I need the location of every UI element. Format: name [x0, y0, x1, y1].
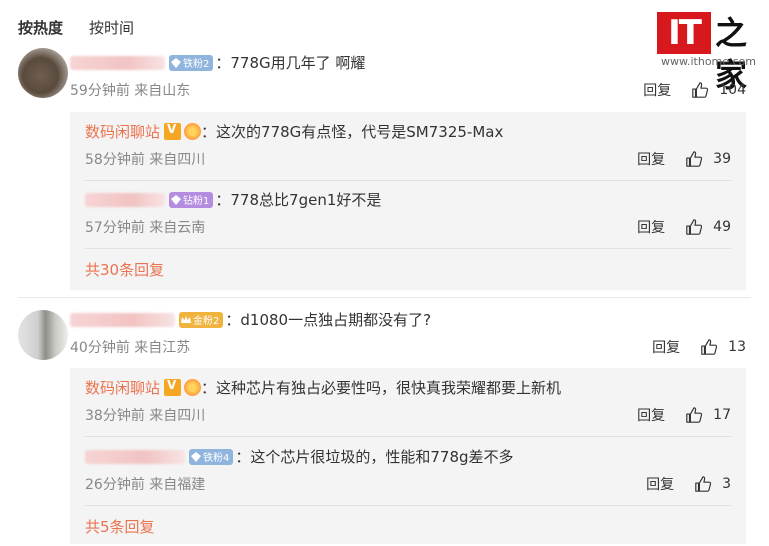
reply-meta: 57分钟前 来自云南: [85, 220, 206, 236]
comment-actions: 回复 13: [652, 337, 746, 357]
reply-text: 这种芯片有独占必要性吗，很快真我荣耀都要上新机: [216, 379, 562, 397]
reply-button[interactable]: 回复: [652, 337, 680, 357]
fan-badge-label: 铁粉4: [203, 453, 230, 464]
reply-meta: 38分钟前 来自四川: [85, 408, 206, 424]
ithome-logo: IT 之家 www.ithome.com: [655, 12, 759, 94]
reply-divider: [85, 505, 731, 506]
thumbs-up-icon[interactable]: [685, 406, 703, 424]
verified-v-icon: [164, 378, 182, 396]
like-count: 13: [728, 339, 746, 355]
username-blurred[interactable]: [70, 55, 165, 70]
fan-badge: 金粉2: [179, 311, 224, 328]
reply-meta: 58分钟前 来自四川: [85, 152, 206, 168]
reply-author[interactable]: 数码闲聊站: [85, 377, 160, 398]
sort-tabs: 按热度 按时间: [18, 17, 134, 38]
avatar[interactable]: [18, 48, 68, 98]
reply-button[interactable]: 回复: [637, 217, 665, 237]
reply-text: 778总比7gen1好不是: [230, 191, 382, 209]
sort-by-time-tab[interactable]: 按时间: [89, 17, 134, 38]
like-count: 3: [722, 476, 731, 492]
reply-divider: [85, 248, 731, 249]
diamond-icon: [171, 194, 181, 205]
reply-button[interactable]: 回复: [646, 474, 674, 494]
thumbs-up-icon[interactable]: [685, 150, 703, 168]
reply-actions: 回复 49: [637, 217, 731, 237]
username-blurred[interactable]: [85, 449, 185, 464]
comment-separator: [18, 297, 751, 298]
reply-text: 这个芯片很垃圾的，性能和778g差不多: [250, 448, 514, 466]
medal-icon: [184, 379, 202, 396]
reply-2: 铁粉4 ： 这个芯片很垃圾的，性能和778g差不多: [85, 446, 514, 467]
logo-it: IT: [657, 12, 711, 54]
more-replies-link[interactable]: 共5条回复: [85, 516, 155, 537]
thumbs-up-icon[interactable]: [694, 475, 712, 493]
comment-meta: 40分钟前 来自江苏: [70, 340, 191, 356]
like-count: 39: [713, 151, 731, 167]
comment-header: 铁粉2 ： 778G用几年了 啊耀: [70, 52, 365, 73]
reply-1: 数码闲聊站 ： 这次的778G有点怪，代号是SM7325-Max: [85, 121, 503, 142]
reply-actions: 回复 17: [637, 405, 731, 425]
reply-divider: [85, 180, 731, 181]
verified-v-icon: [164, 122, 182, 140]
reply-meta: 26分钟前 来自福建: [85, 477, 206, 493]
reply-1: 数码闲聊站 ： 这种芯片有独占必要性吗，很快真我荣耀都要上新机: [85, 377, 561, 398]
sort-by-hot-tab[interactable]: 按热度: [18, 17, 63, 38]
reply-actions: 回复 39: [637, 149, 731, 169]
thumbs-up-icon[interactable]: [685, 218, 703, 236]
fan-badge-label: 钻粉1: [183, 196, 210, 207]
username-blurred[interactable]: [85, 192, 165, 207]
like-count: 104: [719, 82, 746, 98]
comment-meta: 59分钟前 来自山东: [70, 83, 191, 99]
fan-badge: 钻粉1: [169, 191, 214, 208]
reply-2: 钻粉1 ： 778总比7gen1好不是: [85, 189, 381, 210]
fan-badge: 铁粉2: [169, 54, 214, 71]
like-count: 17: [713, 407, 731, 423]
reply-author[interactable]: 数码闲聊站: [85, 121, 160, 142]
reply-divider: [85, 436, 731, 437]
fan-badge-label: 金粉2: [193, 316, 220, 327]
reply-button[interactable]: 回复: [643, 80, 671, 100]
reply-actions: 回复 3: [646, 474, 731, 494]
medal-icon: [184, 123, 202, 140]
like-count: 49: [713, 219, 731, 235]
fan-badge: 铁粉4: [189, 448, 234, 465]
comment-text: 778G用几年了 啊耀: [230, 54, 366, 72]
diamond-icon: [191, 451, 201, 462]
diamond-icon: [171, 57, 181, 68]
reply-button[interactable]: 回复: [637, 405, 665, 425]
more-replies-link[interactable]: 共30条回复: [85, 259, 164, 280]
comment-actions: 回复 104: [643, 80, 746, 100]
thumbs-up-icon[interactable]: [700, 338, 718, 356]
reply-button[interactable]: 回复: [637, 149, 665, 169]
reply-text: 这次的778G有点怪，代号是SM7325-Max: [216, 123, 504, 141]
crown-icon: [181, 315, 191, 323]
fan-badge-label: 铁粉2: [183, 59, 210, 70]
comment-text: d1080一点独占期都没有了?: [240, 311, 432, 329]
logo-url: www.ithome.com: [661, 55, 757, 68]
avatar[interactable]: [18, 310, 68, 360]
comment-header: 金粉2 ： d1080一点独占期都没有了?: [70, 309, 431, 330]
username-blurred[interactable]: [70, 312, 175, 327]
thumbs-up-icon[interactable]: [691, 81, 709, 99]
